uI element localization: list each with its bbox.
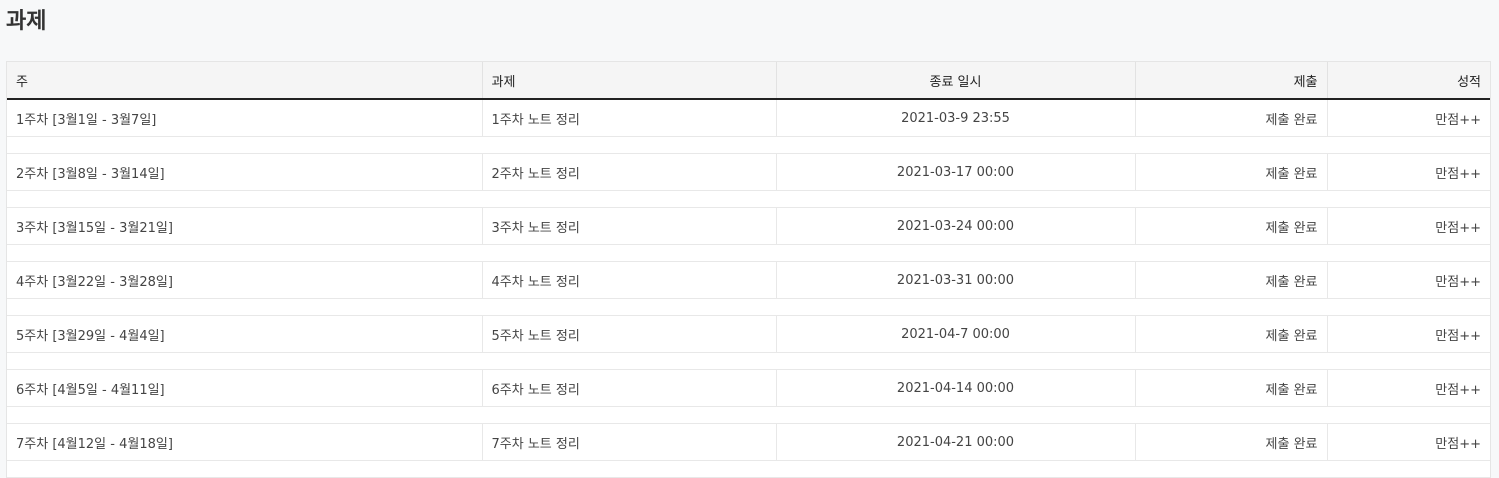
row-spacer-cell <box>7 136 1490 154</box>
week-cell: 6주차 [4월5일 - 4월11일] <box>7 369 483 407</box>
assignment-link[interactable]: 6주차 노트 정리 <box>482 369 777 407</box>
week-cell: 5주차 [3월29일 - 4월4일] <box>7 315 483 353</box>
assignments-page: 과제 주 과제 종료 일시 제출 성적 1주차 [3월1일 - 3월7일] 1주… <box>0 0 1499 478</box>
row-spacer <box>7 352 1490 370</box>
assignment-link[interactable]: 3주차 노트 정리 <box>482 207 777 245</box>
week-cell: 3주차 [3월15일 - 3월21일] <box>7 207 483 245</box>
row-spacer-cell <box>7 298 1490 316</box>
grade-cell: 만점++ <box>1327 423 1490 461</box>
table-body: 1주차 [3월1일 - 3월7일] 1주차 노트 정리 2021-03-9 23… <box>7 99 1490 478</box>
grade-cell: 만점++ <box>1327 315 1490 353</box>
row-spacer <box>7 298 1490 316</box>
assignments-table: 주 과제 종료 일시 제출 성적 1주차 [3월1일 - 3월7일] 1주차 노… <box>7 62 1490 478</box>
table-row: 7주차 [4월12일 - 4월18일] 7주차 노트 정리 2021-04-21… <box>7 423 1490 461</box>
row-spacer <box>7 460 1490 478</box>
submission-status-cell: 제출 완료 <box>1135 369 1328 407</box>
assignments-table-container: 주 과제 종료 일시 제출 성적 1주차 [3월1일 - 3월7일] 1주차 노… <box>6 61 1491 478</box>
due-date-cell: 2021-03-24 00:00 <box>776 207 1136 245</box>
table-row: 1주차 [3월1일 - 3월7일] 1주차 노트 정리 2021-03-9 23… <box>7 99 1490 137</box>
row-spacer-cell <box>7 190 1490 208</box>
submission-status-cell: 제출 완료 <box>1135 315 1328 353</box>
row-spacer <box>7 136 1490 154</box>
week-cell: 2주차 [3월8일 - 3월14일] <box>7 153 483 191</box>
table-header: 주 과제 종료 일시 제출 성적 <box>7 62 1490 100</box>
table-row: 5주차 [3월29일 - 4월4일] 5주차 노트 정리 2021-04-7 0… <box>7 315 1490 353</box>
submission-status-cell: 제출 완료 <box>1135 207 1328 245</box>
submission-status-cell: 제출 완료 <box>1135 99 1328 137</box>
row-spacer <box>7 190 1490 208</box>
assignment-link[interactable]: 4주차 노트 정리 <box>482 261 777 299</box>
row-spacer-cell <box>7 460 1490 478</box>
table-row: 4주차 [3월22일 - 3월28일] 4주차 노트 정리 2021-03-31… <box>7 261 1490 299</box>
assignment-link[interactable]: 7주차 노트 정리 <box>482 423 777 461</box>
row-spacer <box>7 244 1490 262</box>
due-date-cell: 2021-04-7 00:00 <box>776 315 1136 353</box>
column-header-grade: 성적 <box>1327 62 1490 100</box>
week-cell: 4주차 [3월22일 - 3월28일] <box>7 261 483 299</box>
row-spacer-cell <box>7 406 1490 424</box>
submission-status-cell: 제출 완료 <box>1135 153 1328 191</box>
due-date-cell: 2021-03-31 00:00 <box>776 261 1136 299</box>
grade-cell: 만점++ <box>1327 153 1490 191</box>
column-header-submission: 제출 <box>1135 62 1328 100</box>
column-header-assignment: 과제 <box>482 62 777 100</box>
due-date-cell: 2021-03-9 23:55 <box>776 99 1136 137</box>
table-row: 3주차 [3월15일 - 3월21일] 3주차 노트 정리 2021-03-24… <box>7 207 1490 245</box>
table-row: 6주차 [4월5일 - 4월11일] 6주차 노트 정리 2021-04-14 … <box>7 369 1490 407</box>
row-spacer-cell <box>7 244 1490 262</box>
week-cell: 1주차 [3월1일 - 3월7일] <box>7 99 483 137</box>
submission-status-cell: 제출 완료 <box>1135 261 1328 299</box>
week-cell: 7주차 [4월12일 - 4월18일] <box>7 423 483 461</box>
page-title: 과제 <box>6 9 47 34</box>
due-date-cell: 2021-04-21 00:00 <box>776 423 1136 461</box>
assignment-link[interactable]: 1주차 노트 정리 <box>482 99 777 137</box>
column-header-due: 종료 일시 <box>776 62 1136 100</box>
table-row: 2주차 [3월8일 - 3월14일] 2주차 노트 정리 2021-03-17 … <box>7 153 1490 191</box>
grade-cell: 만점++ <box>1327 99 1490 137</box>
grade-cell: 만점++ <box>1327 207 1490 245</box>
submission-status-cell: 제출 완료 <box>1135 423 1328 461</box>
table-header-row: 주 과제 종료 일시 제출 성적 <box>7 62 1490 100</box>
row-spacer-cell <box>7 352 1490 370</box>
assignment-link[interactable]: 2주차 노트 정리 <box>482 153 777 191</box>
grade-cell: 만점++ <box>1327 261 1490 299</box>
row-spacer <box>7 406 1490 424</box>
assignment-link[interactable]: 5주차 노트 정리 <box>482 315 777 353</box>
grade-cell: 만점++ <box>1327 369 1490 407</box>
due-date-cell: 2021-04-14 00:00 <box>776 369 1136 407</box>
due-date-cell: 2021-03-17 00:00 <box>776 153 1136 191</box>
column-header-week: 주 <box>7 62 483 100</box>
